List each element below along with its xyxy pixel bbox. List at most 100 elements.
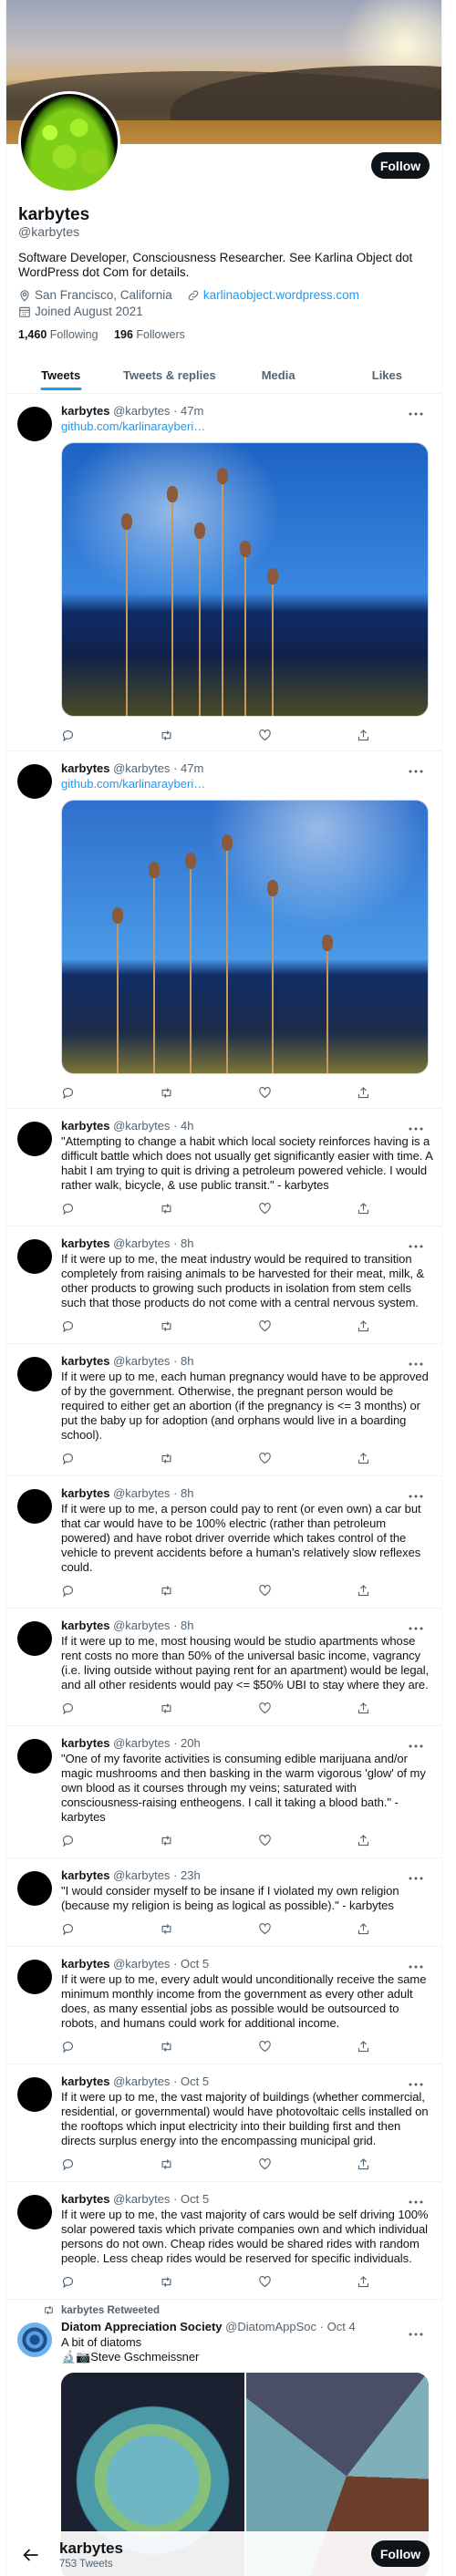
retweet-button[interactable] (160, 1699, 258, 1717)
tweet-timestamp[interactable]: 4h (173, 1119, 193, 1133)
reply-button[interactable] (61, 1581, 160, 1599)
like-button[interactable] (258, 1317, 357, 1335)
tab-tweets[interactable]: Tweets (6, 357, 115, 393)
reply-button[interactable] (61, 1699, 160, 1717)
tweet-author-avatar[interactable] (17, 1739, 52, 1774)
more-options-icon[interactable] (409, 1619, 423, 1630)
more-options-icon[interactable] (409, 1736, 423, 1748)
more-options-icon[interactable] (409, 1957, 423, 1969)
retweet-button[interactable] (160, 1919, 258, 1938)
reply-button[interactable] (61, 1317, 160, 1335)
tweet-author-name[interactable]: karbytes (61, 1119, 109, 1133)
retweet-button[interactable] (160, 1831, 258, 1849)
tweet-photo[interactable] (61, 800, 429, 1074)
tweet-author-avatar[interactable] (17, 764, 52, 799)
tweet-author-avatar[interactable] (17, 1960, 52, 1994)
like-button[interactable] (258, 1919, 357, 1938)
more-options-icon[interactable] (409, 1486, 423, 1498)
tweet-timestamp[interactable]: 8h (173, 1486, 193, 1500)
like-button[interactable] (258, 1581, 357, 1599)
more-options-icon[interactable] (409, 1354, 423, 1366)
share-button[interactable] (357, 1199, 455, 1217)
tweet-author-handle[interactable]: @karbytes (113, 761, 170, 775)
tweet-timestamp[interactable]: 47m (173, 761, 203, 775)
tweet-timestamp[interactable]: Oct 5 (173, 1957, 209, 1971)
share-button[interactable] (357, 726, 455, 744)
tweet-author-name[interactable]: karbytes (61, 1354, 109, 1368)
more-options-icon[interactable] (409, 1119, 423, 1131)
tab-tweets-and-replies[interactable]: Tweets & replies (115, 357, 223, 393)
like-button[interactable] (258, 726, 357, 744)
share-button[interactable] (357, 1449, 455, 1467)
more-options-icon[interactable] (409, 404, 423, 416)
tweet-link[interactable]: github.com/karlinarayberi… (61, 777, 430, 791)
retweeted-by-text[interactable]: karbytes Retweeted (61, 2305, 160, 2316)
tweet-author-name[interactable]: karbytes (61, 1868, 109, 1882)
diatom-society-avatar[interactable] (17, 2323, 52, 2357)
tweet-timestamp[interactable]: Oct 4 (320, 2320, 356, 2333)
tab-media[interactable]: Media (224, 357, 333, 393)
follow-button[interactable]: Follow (371, 152, 430, 179)
tweet-author-name[interactable]: karbytes (61, 1236, 109, 1250)
share-button[interactable] (357, 1581, 455, 1599)
retweet-button[interactable] (160, 1449, 258, 1467)
followers-link[interactable]: 196 Followers (114, 328, 185, 341)
more-options-icon[interactable] (409, 2192, 423, 2204)
like-button[interactable] (258, 1699, 357, 1717)
more-options-icon[interactable] (409, 1868, 423, 1880)
reply-button[interactable] (61, 1919, 160, 1938)
like-button[interactable] (258, 2272, 357, 2291)
like-button[interactable] (258, 1083, 357, 1102)
more-options-icon[interactable] (409, 761, 423, 773)
reply-button[interactable] (61, 1831, 160, 1849)
tweet-author-avatar[interactable] (17, 1357, 52, 1391)
retweet-button[interactable] (160, 726, 258, 744)
following-link[interactable]: 1,460 Following (18, 328, 98, 341)
reply-button[interactable] (61, 1083, 160, 1102)
share-button[interactable] (357, 1317, 455, 1335)
like-button[interactable] (258, 2037, 357, 2055)
tweet-author-name[interactable]: karbytes (61, 1486, 109, 1500)
more-options-icon[interactable] (409, 2074, 423, 2086)
retweet-button[interactable] (160, 2155, 258, 2173)
sticky-follow-button[interactable]: Follow (371, 2540, 430, 2567)
reply-button[interactable] (61, 1449, 160, 1467)
tweet-author-name[interactable]: karbytes (61, 761, 109, 775)
tweet-timestamp[interactable]: 20h (173, 1736, 201, 1750)
tweet-author-name[interactable]: karbytes (61, 1619, 109, 1632)
tweet-author-handle[interactable]: @karbytes (113, 2074, 170, 2088)
profile-avatar[interactable] (18, 91, 120, 193)
retweet-button[interactable] (160, 2272, 258, 2291)
tweet-author-handle[interactable]: @karbytes (113, 1236, 170, 1250)
tweet-author-handle[interactable]: @DiatomAppSoc (225, 2320, 316, 2333)
reply-button[interactable] (61, 726, 160, 744)
tweet-timestamp[interactable]: Oct 5 (173, 2074, 209, 2088)
tweet-author-handle[interactable]: @karbytes (113, 1868, 170, 1882)
share-button[interactable] (357, 2272, 455, 2291)
tweet-author-avatar[interactable] (17, 407, 52, 441)
tweet-author-handle[interactable]: @karbytes (113, 1957, 170, 1971)
like-button[interactable] (258, 2155, 357, 2173)
tweet-timestamp[interactable]: 23h (173, 1868, 201, 1882)
tweet-author-handle[interactable]: @karbytes (113, 404, 170, 418)
like-button[interactable] (258, 1199, 357, 1217)
share-button[interactable] (357, 1083, 455, 1102)
tweet-author-handle[interactable]: @karbytes (113, 1354, 170, 1368)
tab-likes[interactable]: Likes (333, 357, 441, 393)
tweet-author-name[interactable]: karbytes (61, 2192, 109, 2206)
tweet-author-avatar[interactable] (17, 1489, 52, 1524)
reply-button[interactable] (61, 2037, 160, 2055)
retweet-button[interactable] (160, 2037, 258, 2055)
back-arrow-icon[interactable] (23, 2548, 39, 2562)
tweet-author-handle[interactable]: @karbytes (113, 1736, 170, 1750)
share-button[interactable] (357, 1699, 455, 1717)
share-button[interactable] (357, 2037, 455, 2055)
tweet-timestamp[interactable]: Oct 5 (173, 2192, 209, 2206)
retweet-button[interactable] (160, 1083, 258, 1102)
tweet-timestamp[interactable]: 8h (173, 1236, 193, 1250)
reply-button[interactable] (61, 2155, 160, 2173)
tweet-author-handle[interactable]: @karbytes (113, 1619, 170, 1632)
tweet-author-avatar[interactable] (17, 2077, 52, 2112)
reply-button[interactable] (61, 2272, 160, 2291)
tweet-timestamp[interactable]: 8h (173, 1354, 193, 1368)
